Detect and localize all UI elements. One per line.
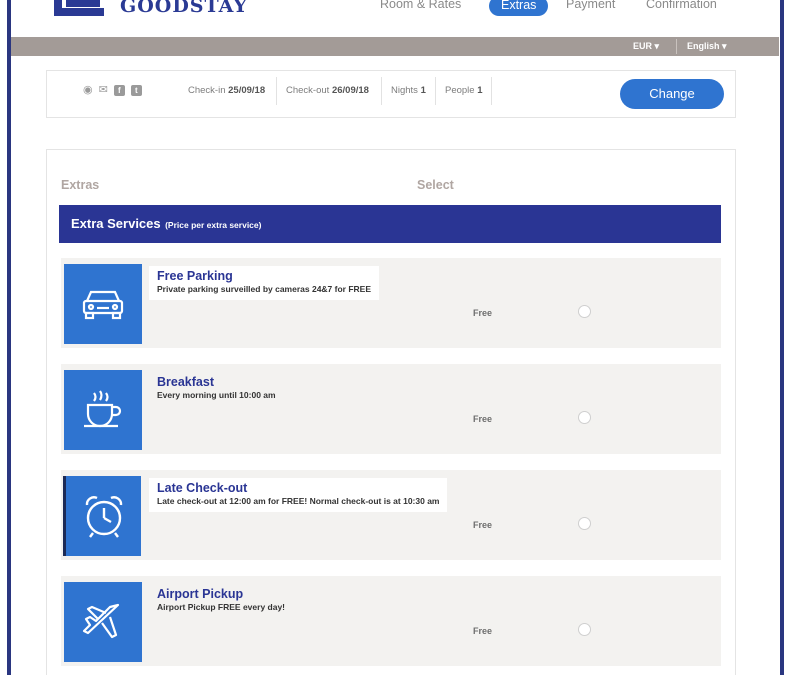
service-select-radio[interactable]	[578, 623, 591, 636]
service-price: Free	[473, 414, 493, 424]
service-title: Late Check-out	[157, 481, 248, 495]
service-price: Free	[473, 626, 493, 636]
nav-payment[interactable]: Payment	[566, 0, 615, 11]
column-header-extras: Extras	[61, 178, 100, 192]
service-price: Free	[473, 520, 493, 530]
service-info: Breakfast Every morning until 10:00 am	[149, 372, 284, 406]
service-row-airport-pickup: Airport Pickup Airport Pickup FREE every…	[61, 576, 721, 666]
service-title: Breakfast	[157, 375, 214, 389]
site-header: GOODSTAY Room & Rates Extras Payment Con…	[11, 0, 779, 37]
utility-divider	[676, 39, 677, 54]
service-info: Airport Pickup Airport Pickup FREE every…	[149, 584, 293, 618]
service-select-radio[interactable]	[578, 517, 591, 530]
change-button[interactable]: Change	[620, 79, 724, 109]
extra-services-banner: Extra Services (Price per extra service)	[59, 205, 721, 243]
people-field: People 1	[445, 85, 483, 96]
service-description: Private parking surveilled by cameras 24…	[157, 284, 372, 294]
summary-divider	[435, 77, 436, 105]
service-row-breakfast: Breakfast Every morning until 10:00 am F…	[61, 364, 721, 454]
checkin-field: Check-in 25/09/18	[188, 85, 265, 96]
car-icon	[64, 264, 142, 344]
left-border	[7, 0, 11, 675]
summary-divider	[276, 77, 277, 105]
nav-confirmation[interactable]: Confirmation	[646, 0, 717, 11]
map-marker-icon[interactable]: ◉	[83, 84, 93, 96]
checkout-field: Check-out 26/09/18	[286, 85, 369, 96]
service-description: Airport Pickup FREE every day!	[157, 602, 286, 612]
nights-field: Nights 1	[391, 85, 426, 96]
nights-value: 1	[420, 85, 426, 96]
facebook-icon[interactable]: f	[113, 84, 125, 96]
service-price: Free	[473, 308, 493, 318]
language-select[interactable]: English ▾	[687, 41, 727, 52]
service-title: Free Parking	[157, 269, 233, 283]
people-value: 1	[477, 85, 483, 96]
extras-panel: Extras Select Extra Services (Price per …	[46, 149, 736, 675]
banner-title: Extra Services	[71, 216, 161, 231]
contact-icons: ◉ ✉ f t	[83, 84, 142, 96]
twitter-icon[interactable]: t	[130, 84, 142, 96]
summary-divider	[381, 77, 382, 105]
checkout-value: 26/09/18	[331, 85, 369, 96]
right-border	[780, 0, 784, 675]
checkin-label: Check-in	[188, 85, 226, 96]
service-description: Late check-out at 12:00 am for FREE! Nor…	[157, 496, 440, 506]
column-header-select: Select	[417, 178, 454, 192]
service-row-free-parking: Free Parking Private parking surveilled …	[61, 258, 721, 348]
nav-room-rates[interactable]: Room & Rates	[380, 0, 461, 11]
nav-extras[interactable]: Extras	[489, 0, 549, 16]
alarm-clock-icon	[63, 476, 141, 556]
service-info: Free Parking Private parking surveilled …	[149, 266, 380, 300]
booking-steps-nav: Room & Rates Extras Payment Confirmation	[11, 0, 779, 17]
utility-bar: EUR ▾ English ▾	[11, 37, 779, 56]
service-select-radio[interactable]	[578, 411, 591, 424]
banner-subtitle: (Price per extra service)	[165, 220, 262, 230]
service-description: Every morning until 10:00 am	[157, 390, 276, 400]
envelope-icon[interactable]: ✉	[99, 84, 108, 96]
coffee-cup-icon	[64, 370, 142, 450]
booking-summary: ◉ ✉ f t Check-in 25/09/18 Check-out 26/0…	[46, 70, 736, 118]
service-title: Airport Pickup	[157, 587, 244, 601]
airplane-icon	[64, 582, 142, 662]
service-row-late-checkout: Late Check-out Late check-out at 12:00 a…	[61, 470, 721, 560]
currency-select[interactable]: EUR ▾	[633, 41, 659, 52]
people-label: People	[445, 85, 475, 96]
nights-label: Nights	[391, 85, 418, 96]
service-select-radio[interactable]	[578, 305, 591, 318]
checkin-value: 25/09/18	[228, 85, 266, 96]
summary-divider	[491, 77, 492, 105]
checkout-label: Check-out	[286, 85, 330, 96]
service-info: Late Check-out Late check-out at 12:00 a…	[149, 478, 448, 512]
